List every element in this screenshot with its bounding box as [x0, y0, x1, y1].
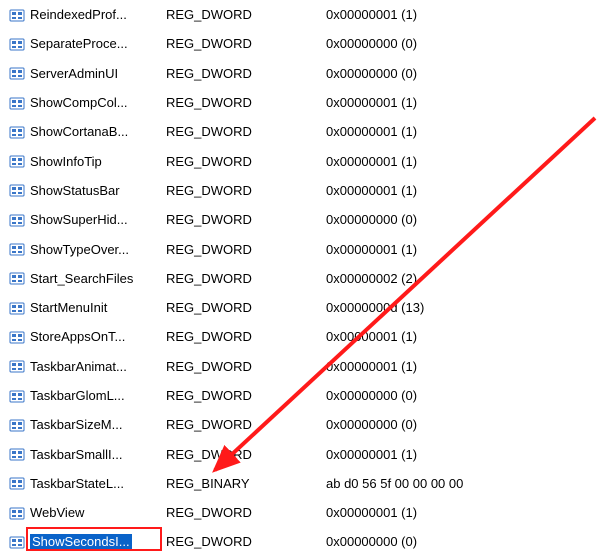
- dword-icon: [8, 7, 26, 23]
- value-name: ShowSuperHid...: [26, 212, 162, 227]
- value-name: ShowCompCol...: [26, 95, 162, 110]
- dword-icon: [8, 417, 26, 433]
- value-data: 0x00000001 (1): [322, 95, 600, 110]
- value-data: 0x00000000 (0): [322, 36, 600, 51]
- dword-icon: [8, 475, 26, 491]
- value-name: ShowCortanaB...: [26, 124, 162, 139]
- registry-row[interactable]: TaskbarSizeM...REG_DWORD0x00000000 (0): [0, 410, 600, 439]
- value-data: 0x00000000 (0): [322, 417, 600, 432]
- value-data: 0x00000002 (2): [322, 271, 600, 286]
- value-type: REG_BINARY: [162, 476, 322, 491]
- value-data: 0x00000000 (0): [322, 534, 600, 549]
- dword-icon: [8, 212, 26, 228]
- dword-icon: [8, 300, 26, 316]
- registry-row[interactable]: TaskbarGlomL...REG_DWORD0x00000000 (0): [0, 381, 600, 410]
- registry-row[interactable]: TaskbarAnimat...REG_DWORD0x00000001 (1): [0, 352, 600, 381]
- value-data: 0x00000001 (1): [322, 124, 600, 139]
- value-data: 0x00000001 (1): [322, 242, 600, 257]
- value-type: REG_DWORD: [162, 359, 322, 374]
- registry-row[interactable]: Start_SearchFilesREG_DWORD0x00000002 (2): [0, 264, 600, 293]
- registry-row[interactable]: ShowTypeOver...REG_DWORD0x00000001 (1): [0, 234, 600, 263]
- value-type: REG_DWORD: [162, 447, 322, 462]
- value-type: REG_DWORD: [162, 36, 322, 51]
- value-data: 0x00000001 (1): [322, 329, 600, 344]
- value-name: TaskbarAnimat...: [26, 359, 162, 374]
- dword-icon: [8, 95, 26, 111]
- dword-icon: [8, 388, 26, 404]
- dword-icon: [8, 446, 26, 462]
- dword-icon: [8, 182, 26, 198]
- value-type: REG_DWORD: [162, 242, 322, 257]
- value-data: 0x00000000 (0): [322, 212, 600, 227]
- registry-value-list[interactable]: ReindexedProf...REG_DWORD0x00000001 (1)S…: [0, 0, 600, 557]
- registry-row[interactable]: StartMenuInitREG_DWORD0x0000000d (13): [0, 293, 600, 322]
- registry-row[interactable]: ShowInfoTipREG_DWORD0x00000001 (1): [0, 146, 600, 175]
- registry-row[interactable]: ReindexedProf...REG_DWORD0x00000001 (1): [0, 0, 600, 29]
- value-data: 0x00000001 (1): [322, 7, 600, 22]
- value-data: 0x00000001 (1): [322, 447, 600, 462]
- registry-row[interactable]: WebViewREG_DWORD0x00000001 (1): [0, 498, 600, 527]
- registry-row[interactable]: ShowSuperHid...REG_DWORD0x00000000 (0): [0, 205, 600, 234]
- value-name: ServerAdminUI: [26, 66, 162, 81]
- registry-row[interactable]: ShowCortanaB...REG_DWORD0x00000001 (1): [0, 117, 600, 146]
- value-name: SeparateProce...: [26, 36, 162, 51]
- value-type: REG_DWORD: [162, 388, 322, 403]
- value-name: TaskbarGlomL...: [26, 388, 162, 403]
- value-data: 0x00000001 (1): [322, 154, 600, 169]
- dword-icon: [8, 505, 26, 521]
- value-name: ShowStatusBar: [26, 183, 162, 198]
- value-type: REG_DWORD: [162, 124, 322, 139]
- value-data: 0x00000001 (1): [322, 183, 600, 198]
- value-data: 0x00000001 (1): [322, 505, 600, 520]
- registry-row[interactable]: ShowStatusBarREG_DWORD0x00000001 (1): [0, 176, 600, 205]
- value-type: REG_DWORD: [162, 417, 322, 432]
- dword-icon: [8, 270, 26, 286]
- registry-row[interactable]: SeparateProce...REG_DWORD0x00000000 (0): [0, 29, 600, 58]
- dword-icon: [8, 65, 26, 81]
- value-name: TaskbarSizeM...: [26, 417, 162, 432]
- value-name: ReindexedProf...: [26, 7, 162, 22]
- dword-icon: [8, 329, 26, 345]
- dword-icon: [8, 153, 26, 169]
- dword-icon: [8, 241, 26, 257]
- value-type: REG_DWORD: [162, 505, 322, 520]
- value-type: REG_DWORD: [162, 7, 322, 22]
- value-data: 0x00000000 (0): [322, 388, 600, 403]
- value-name: TaskbarSmallI...: [26, 447, 162, 462]
- registry-row[interactable]: TaskbarStateL...REG_BINARYab d0 56 5f 00…: [0, 469, 600, 498]
- dword-icon: [8, 124, 26, 140]
- dword-icon: [8, 36, 26, 52]
- value-data: 0x00000000 (0): [322, 66, 600, 81]
- value-type: REG_DWORD: [162, 183, 322, 198]
- registry-row[interactable]: ShowSecondsI...REG_DWORD0x00000000 (0): [0, 527, 600, 556]
- value-type: REG_DWORD: [162, 95, 322, 110]
- value-name: WebView: [26, 505, 162, 520]
- value-type: REG_DWORD: [162, 534, 322, 549]
- value-name: Start_SearchFiles: [26, 271, 162, 286]
- dword-icon: [8, 534, 26, 550]
- value-name: ShowSecondsI...: [26, 534, 162, 549]
- dword-icon: [8, 358, 26, 374]
- value-name: StoreAppsOnT...: [26, 329, 162, 344]
- registry-row[interactable]: StoreAppsOnT...REG_DWORD0x00000001 (1): [0, 322, 600, 351]
- value-name: ShowInfoTip: [26, 154, 162, 169]
- value-type: REG_DWORD: [162, 329, 322, 344]
- value-data: 0x00000001 (1): [322, 359, 600, 374]
- value-type: REG_DWORD: [162, 212, 322, 227]
- value-type: REG_DWORD: [162, 154, 322, 169]
- registry-row[interactable]: ServerAdminUIREG_DWORD0x00000000 (0): [0, 59, 600, 88]
- value-name: ShowTypeOver...: [26, 242, 162, 257]
- registry-row[interactable]: ShowCompCol...REG_DWORD0x00000001 (1): [0, 88, 600, 117]
- value-name: TaskbarStateL...: [26, 476, 162, 491]
- value-data: 0x0000000d (13): [322, 300, 600, 315]
- value-type: REG_DWORD: [162, 271, 322, 286]
- value-type: REG_DWORD: [162, 300, 322, 315]
- value-data: ab d0 56 5f 00 00 00 00: [322, 476, 600, 491]
- registry-row[interactable]: TaskbarSmallI...REG_DWORD0x00000001 (1): [0, 439, 600, 468]
- value-type: REG_DWORD: [162, 66, 322, 81]
- value-name: StartMenuInit: [26, 300, 162, 315]
